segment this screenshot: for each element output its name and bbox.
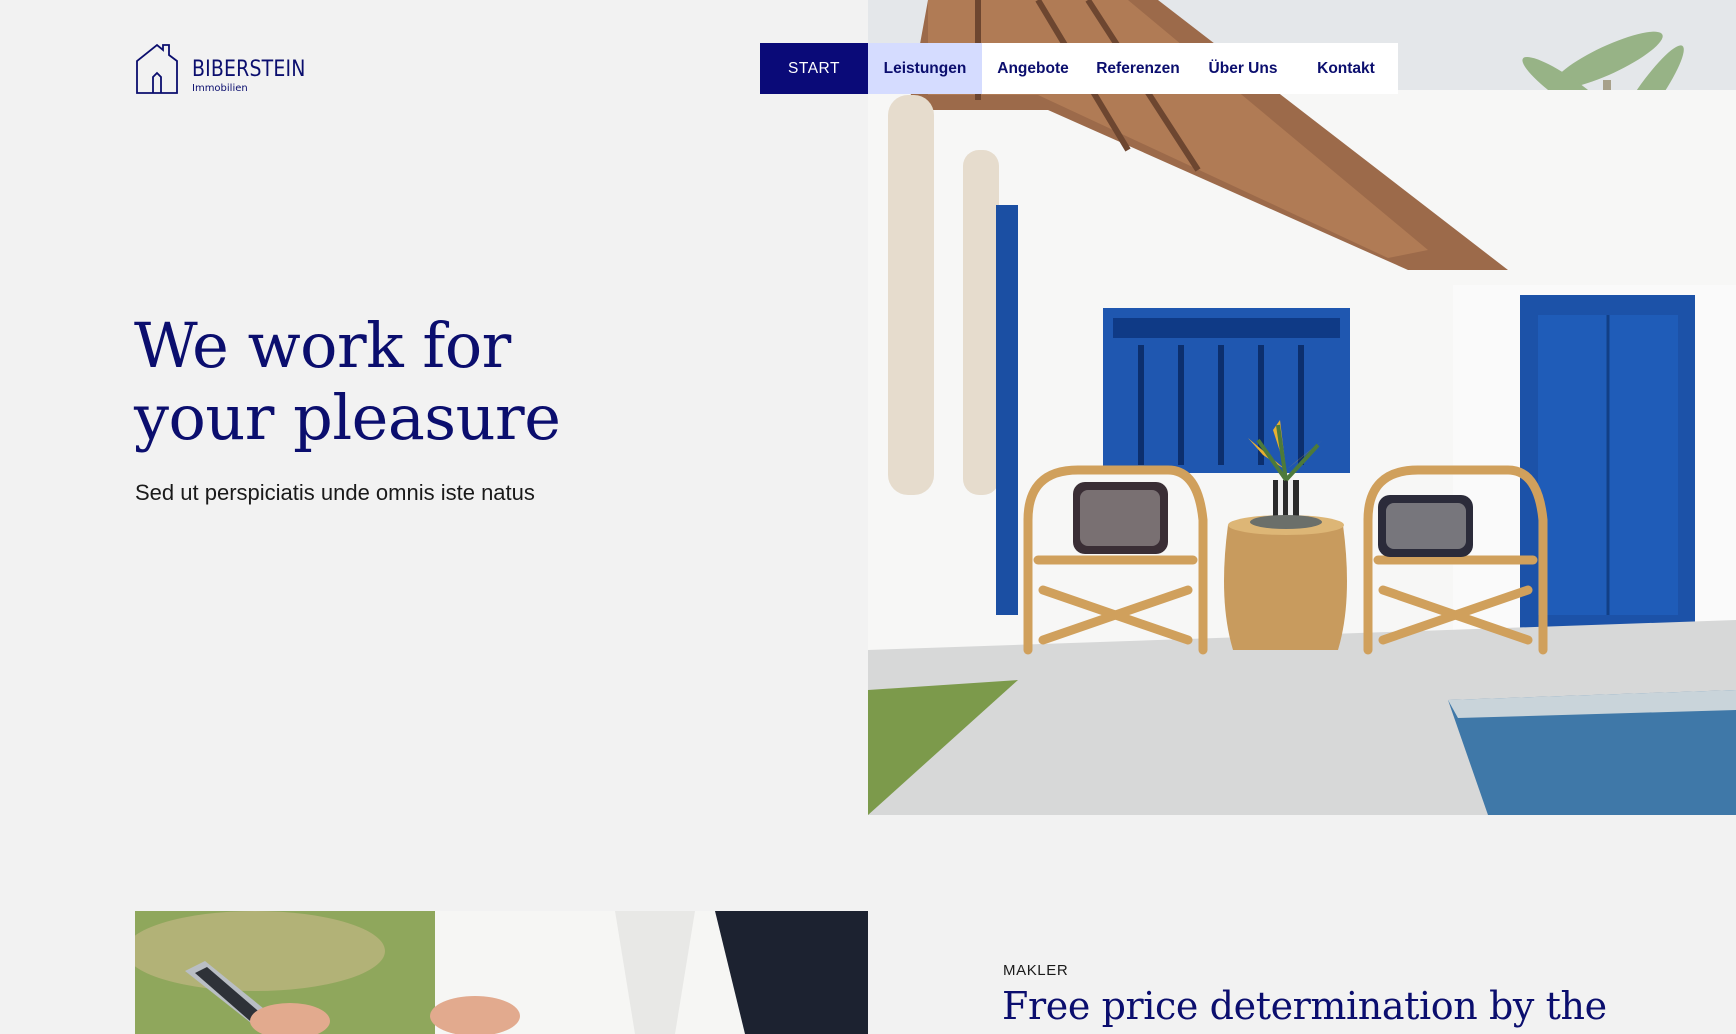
page: BIBERSTEIN Immobilien START Leistungen A…	[0, 0, 1736, 1034]
brand-name: BIBERSTEIN	[192, 57, 306, 82]
brand-subtitle: Immobilien	[192, 83, 248, 94]
main-navigation: START Leistungen Angebote Referenzen Übe…	[760, 43, 1398, 94]
nav-item-leistungen[interactable]: Leistungen	[868, 43, 982, 94]
nav-item-referenzen[interactable]: Referenzen	[1084, 43, 1192, 94]
nav-item-start[interactable]: START	[760, 43, 868, 94]
hero-title-line-2: your pleasure	[134, 381, 561, 454]
broker-image	[135, 911, 868, 1034]
house-outline-icon	[136, 43, 178, 94]
section-eyebrow: MAKLER	[1003, 962, 1069, 979]
nav-item-angebote[interactable]: Angebote	[982, 43, 1084, 94]
hero-title: We work for your pleasure	[134, 310, 694, 454]
nav-item-ueber-uns[interactable]: Über Uns	[1192, 43, 1294, 94]
hero-subtitle: Sed ut perspiciatis unde omnis iste natu…	[135, 480, 535, 505]
hero-image	[868, 0, 1736, 815]
brand-logo[interactable]: BIBERSTEIN Immobilien	[135, 43, 315, 97]
nav-item-kontakt[interactable]: Kontakt	[1294, 43, 1398, 94]
section-title: Free price determination by the	[1002, 984, 1607, 1028]
hero-title-line-1: We work for	[134, 309, 511, 382]
